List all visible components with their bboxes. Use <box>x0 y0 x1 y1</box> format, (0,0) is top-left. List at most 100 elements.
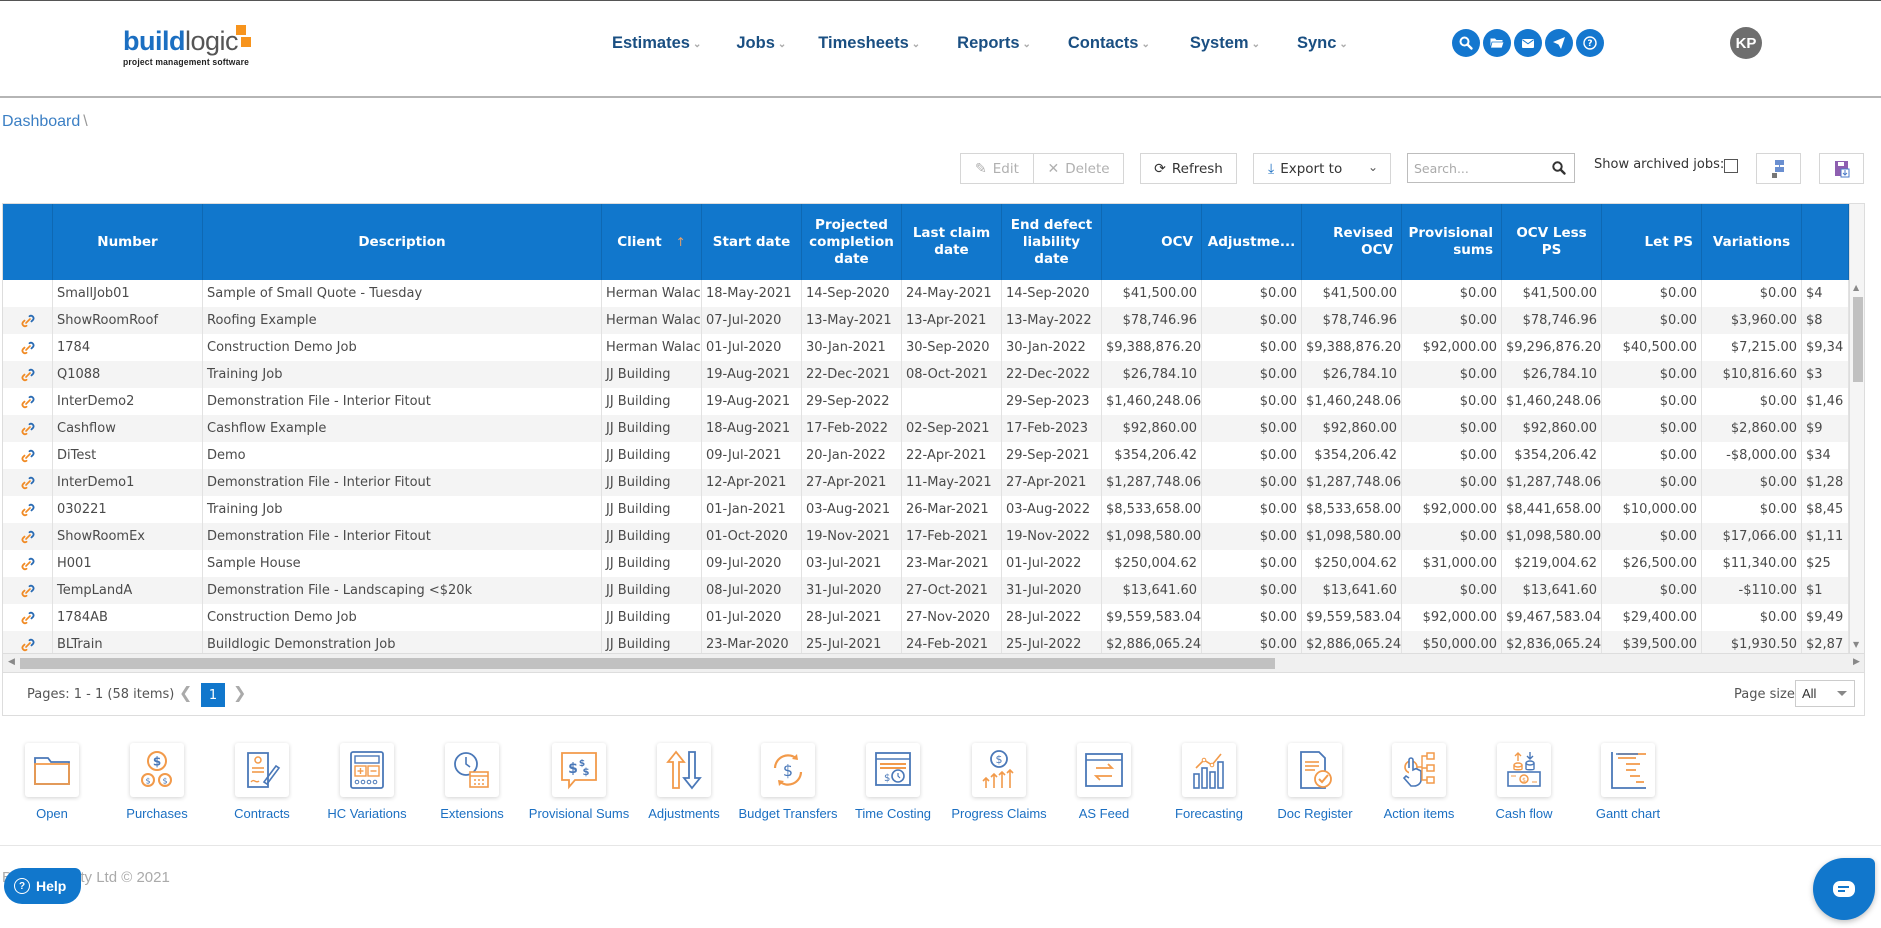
nav-estimates[interactable]: Estimates ⌄ <box>612 34 701 53</box>
link-cell[interactable] <box>3 577 53 604</box>
link-cell[interactable] <box>3 469 53 496</box>
module-action-items[interactable]: Action items <box>1367 740 1471 821</box>
module-tile[interactable]: $ <box>1497 743 1551 797</box>
module-contracts[interactable]: Contracts <box>210 740 314 821</box>
column-header-link[interactable] <box>3 204 53 280</box>
table-row[interactable]: Q1088 Training Job JJ Building 19-Aug-2021 2… <box>3 361 1849 388</box>
nav-contacts[interactable]: Contacts ⌄ <box>1068 34 1150 53</box>
module-tile[interactable]: $ <box>761 743 815 797</box>
link-icon[interactable] <box>21 611 35 625</box>
link-icon[interactable] <box>21 395 35 409</box>
module-tile[interactable]: $ $ $ <box>552 743 606 797</box>
pager-next-button[interactable]: ❯ <box>233 683 246 702</box>
module-tile[interactable] <box>1392 743 1446 797</box>
table-row[interactable]: H001 Sample House JJ Building 09-Jul-2020 03… <box>3 550 1849 577</box>
module-cash-flow[interactable]: $ Cash flow <box>1472 740 1576 821</box>
save-layout-button[interactable] <box>1819 153 1864 184</box>
link-cell[interactable] <box>3 334 53 361</box>
vertical-scroll-thumb[interactable] <box>1853 297 1863 382</box>
pager-page-button[interactable]: 1 <box>201 683 225 707</box>
module-tile[interactable] <box>1288 743 1342 797</box>
mail-button[interactable] <box>1514 29 1542 57</box>
module-tile[interactable] <box>1601 743 1655 797</box>
column-header-start[interactable]: Start date <box>702 204 802 280</box>
table-row[interactable]: 1784AB Construction Demo Job JJ Building 01… <box>3 604 1849 631</box>
column-header-projected[interactable]: Projected completion date <box>802 204 902 280</box>
module-extensions[interactable]: Extensions <box>420 740 524 821</box>
module-tile[interactable] <box>235 743 289 797</box>
column-header-end_defect[interactable]: End defect liability date <box>1002 204 1102 280</box>
search-field[interactable] <box>1407 153 1575 183</box>
table-row[interactable]: DiTest Demo JJ Building 09-Jul-2021 20-Jan-2… <box>3 442 1849 469</box>
link-icon[interactable] <box>21 557 35 571</box>
link-cell[interactable] <box>3 442 53 469</box>
module-forecasting[interactable]: Forecasting <box>1157 740 1261 821</box>
column-header-ocv[interactable]: OCV <box>1102 204 1202 280</box>
horizontal-scrollbar[interactable]: ◀ ▶ <box>3 653 1864 672</box>
module-hc-variations[interactable]: HC Variations <box>315 740 419 821</box>
buildlogic-logo[interactable]: buildlogic project management software <box>123 25 263 68</box>
table-row[interactable]: TempLandA Demonstration File - Landscapin… <box>3 577 1849 604</box>
delete-button[interactable]: ✕ Delete <box>1033 153 1124 184</box>
link-icon[interactable] <box>21 584 35 598</box>
table-row[interactable]: Cashflow Cashflow Example JJ Building 18-Au… <box>3 415 1849 442</box>
module-tile[interactable] <box>1182 743 1236 797</box>
table-row[interactable]: 1784Construction Demo JobHerman Walac...… <box>3 334 1849 361</box>
open-folder-button[interactable] <box>1483 29 1511 57</box>
link-cell[interactable] <box>3 523 53 550</box>
module-as-feed[interactable]: AS Feed <box>1052 740 1156 821</box>
breadcrumb-dashboard[interactable]: Dashboard <box>2 113 80 130</box>
column-header-ocv_less_ps[interactable]: OCV Less PS <box>1502 204 1602 280</box>
refresh-button[interactable]: ⟳ Refresh <box>1140 153 1237 184</box>
module-tile[interactable]: $ $ $ <box>130 743 184 797</box>
search-input[interactable] <box>1408 160 1548 176</box>
module-doc-register[interactable]: Doc Register <box>1263 740 1367 821</box>
table-row[interactable]: SmallJob01 Sample of Small Quote - Tuesda… <box>3 280 1849 307</box>
link-cell[interactable] <box>3 415 53 442</box>
column-header-next[interactable] <box>1802 204 1849 280</box>
column-header-revised_ocv[interactable]: Revised OCV <box>1302 204 1402 280</box>
search-icon[interactable] <box>1551 160 1567 176</box>
module-open[interactable]: Open <box>0 740 104 821</box>
module-adjustments[interactable]: Adjustments <box>632 740 736 821</box>
vertical-scrollbar[interactable]: ▲ ▼ <box>1849 280 1864 653</box>
link-cell[interactable] <box>3 307 53 334</box>
scroll-up-icon[interactable]: ▲ <box>1853 283 1859 292</box>
link-icon[interactable] <box>21 530 35 544</box>
module-tile[interactable]: $ <box>866 743 920 797</box>
column-header-last_claim[interactable]: Last claim date <box>902 204 1002 280</box>
scroll-left-icon[interactable]: ◀ <box>8 657 15 667</box>
link-cell[interactable] <box>3 388 53 415</box>
show-archived-checkbox[interactable] <box>1724 159 1738 173</box>
column-header-description[interactable]: Description <box>203 204 602 280</box>
column-header-number[interactable]: Number <box>53 204 203 280</box>
module-purchases[interactable]: $ $ $ Purchases <box>105 740 209 821</box>
column-header-prov_sums[interactable]: Provisional sums <box>1402 204 1502 280</box>
pager-prev-button[interactable]: ❮ <box>179 683 192 702</box>
send-button[interactable] <box>1545 29 1573 57</box>
table-row[interactable]: ShowRoomRoofRoofing ExampleHerman Walac.… <box>3 307 1849 334</box>
horizontal-scroll-thumb[interactable] <box>20 658 1275 669</box>
module-tile[interactable] <box>445 743 499 797</box>
nav-jobs[interactable]: Jobs ⌄ <box>736 34 786 53</box>
table-row[interactable]: InterDemo2 Demonstration File - Interior … <box>3 388 1849 415</box>
table-row[interactable]: BLTrain Buildlogic Demonstration Job JJ Bu… <box>3 631 1849 653</box>
nav-reports[interactable]: Reports ⌄ <box>957 34 1031 53</box>
help-circle-button[interactable]: ? <box>1576 29 1604 57</box>
scroll-down-icon[interactable]: ▼ <box>1853 640 1859 649</box>
table-row[interactable]: 030221 Training Job JJ Building 01-Jan-2021… <box>3 496 1849 523</box>
link-icon[interactable] <box>21 314 35 328</box>
nav-timesheets[interactable]: Timesheets ⌄ <box>818 34 920 53</box>
link-icon[interactable] <box>21 341 35 355</box>
link-cell[interactable] <box>3 604 53 631</box>
edit-button[interactable]: ✎ Edit <box>960 153 1034 184</box>
column-chooser-button[interactable] <box>1756 153 1801 184</box>
nav-system[interactable]: System ⌄ <box>1190 34 1260 53</box>
module-progress-claims[interactable]: $ Progress Claims <box>947 740 1051 821</box>
link-cell[interactable] <box>3 550 53 577</box>
scroll-right-icon[interactable]: ▶ <box>1853 657 1860 667</box>
table-row[interactable]: ShowRoomEx Demonstration File - Interior … <box>3 523 1849 550</box>
nav-sync[interactable]: Sync ⌄ <box>1297 34 1348 53</box>
module-provisional-sums[interactable]: $ $ $ Provisional Sums <box>527 740 631 821</box>
link-icon[interactable] <box>21 476 35 490</box>
